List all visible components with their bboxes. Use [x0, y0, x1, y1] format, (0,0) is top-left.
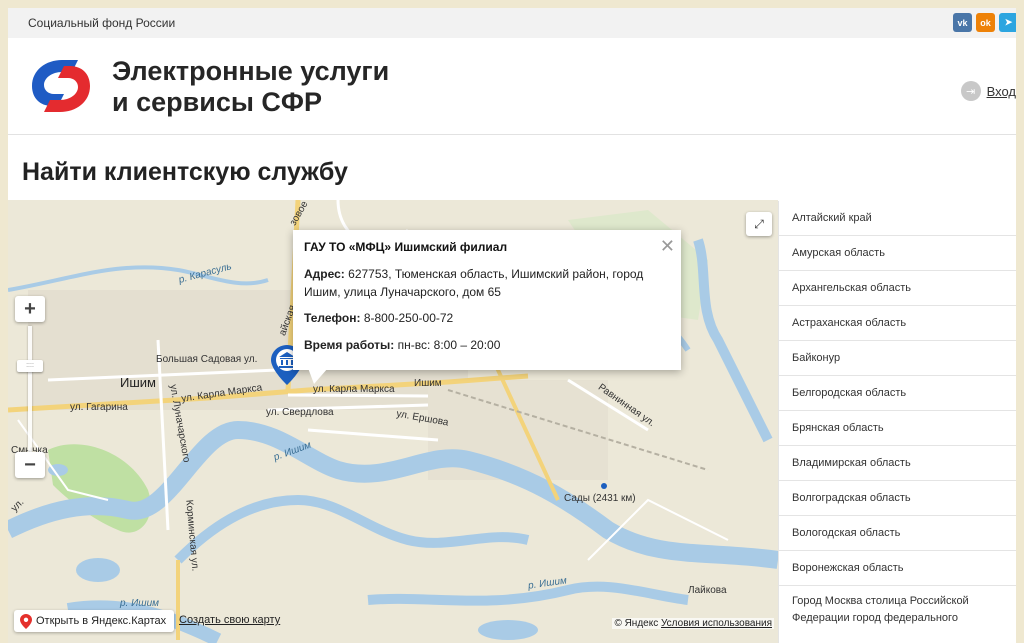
- region-item[interactable]: Брянская область: [778, 411, 1016, 446]
- region-item[interactable]: Белгородская область: [778, 376, 1016, 411]
- map-view[interactable]: Ишим Ишим ул. Карла Маркса ул. Карла Мар…: [8, 200, 778, 643]
- region-item[interactable]: Астраханская область: [778, 306, 1016, 341]
- map-label: Большая Садовая ул.: [156, 354, 258, 365]
- hours-label: Время работы:: [304, 338, 395, 352]
- brand-line-1: Электронные услуги: [112, 56, 390, 86]
- map-label: Ишим: [414, 378, 442, 389]
- phone-value[interactable]: 8-800-250-00-72: [364, 311, 453, 325]
- region-item[interactable]: Волгоградская область: [778, 481, 1016, 516]
- map-label: Лайкова: [688, 585, 727, 596]
- sfr-logo-icon[interactable]: [22, 54, 100, 118]
- login-link[interactable]: ⇥ Вход: [960, 81, 1016, 101]
- site-header: Электронные услуги и сервисы СФР ⇥ Вход: [8, 38, 1016, 135]
- zoom-in-button[interactable]: +: [15, 296, 45, 322]
- site-brand[interactable]: Электронные услуги и сервисы СФР: [112, 56, 389, 118]
- open-in-yandex-label: Открыть в Яндекс.Картах: [36, 615, 167, 627]
- region-list: Алтайский край Амурская область Архангел…: [778, 201, 1016, 643]
- ok-icon[interactable]: ok: [976, 13, 995, 32]
- address-label: Адрес:: [304, 267, 345, 281]
- social-links: vk ok ➤: [953, 13, 1016, 32]
- brand-line-2: и сервисы СФР: [112, 87, 322, 117]
- close-icon[interactable]: ✕: [660, 236, 675, 257]
- balloon-tail: [308, 368, 328, 384]
- top-bar: Социальный фонд России vk ok ➤: [8, 8, 1016, 38]
- telegram-icon[interactable]: ➤: [999, 13, 1016, 32]
- zoom-slider[interactable]: [28, 326, 32, 452]
- copyright-text: © Яндекс: [614, 618, 659, 629]
- page-title: Найти клиентскую службу: [22, 158, 348, 186]
- region-item[interactable]: Алтайский край: [778, 201, 1016, 236]
- zoom-out-button[interactable]: −: [15, 452, 45, 478]
- office-phone: Телефон: 8-800-250-00-72: [304, 309, 654, 327]
- region-item[interactable]: Воронежская область: [778, 551, 1016, 586]
- region-item[interactable]: Амурская область: [778, 236, 1016, 271]
- create-map-link[interactable]: Создать свою карту: [179, 614, 280, 626]
- region-item[interactable]: Вологодская область: [778, 516, 1016, 551]
- map-label: ул. Свердлова: [266, 407, 334, 418]
- region-item[interactable]: Город Москва столица Российской Федераци…: [778, 586, 1016, 643]
- office-name: ГАУ ТО «МФЦ» Ишимский филиал: [304, 240, 508, 254]
- location-pin-icon: [20, 613, 32, 629]
- browser-page: Социальный фонд России vk ok ➤ Электронн…: [8, 8, 1016, 643]
- map-label: Сады (2431 км): [564, 493, 636, 504]
- office-info-balloon: ✕ ГАУ ТО «МФЦ» Ишимский филиал Адрес: 62…: [293, 230, 681, 370]
- map-label: р. Ишим: [120, 598, 159, 609]
- region-item[interactable]: Владимирская область: [778, 446, 1016, 481]
- office-hours: Время работы: пн-вс: 8:00 – 20:00: [304, 336, 654, 354]
- phone-label: Телефон:: [304, 311, 361, 325]
- map-label: Ишим: [120, 375, 156, 390]
- map-label: ул. Карла Маркса: [313, 384, 395, 395]
- open-in-yandex-button[interactable]: Открыть в Яндекс.Картах: [14, 610, 175, 632]
- login-icon: ⇥: [960, 81, 981, 101]
- login-label: Вход: [986, 83, 1016, 99]
- address-value: 627753, Тюменская область, Ишимский райо…: [304, 267, 644, 299]
- vk-icon[interactable]: vk: [953, 13, 972, 32]
- map-copyright: © Яндекс Условия использования: [612, 618, 774, 629]
- hours-value: пн-вс: 8:00 – 20:00: [397, 338, 501, 352]
- map-label: ул. Гагарина: [70, 402, 128, 413]
- office-address: Адрес: 627753, Тюменская область, Ишимск…: [304, 265, 654, 301]
- region-item[interactable]: Байконур: [778, 341, 1016, 376]
- org-name[interactable]: Социальный фонд России: [28, 16, 175, 30]
- region-item[interactable]: Архангельская область: [778, 271, 1016, 306]
- zoom-slider-handle[interactable]: ::::: [17, 360, 43, 372]
- fullscreen-icon[interactable]: ⤢: [746, 212, 772, 236]
- terms-link[interactable]: Условия использования: [661, 618, 772, 629]
